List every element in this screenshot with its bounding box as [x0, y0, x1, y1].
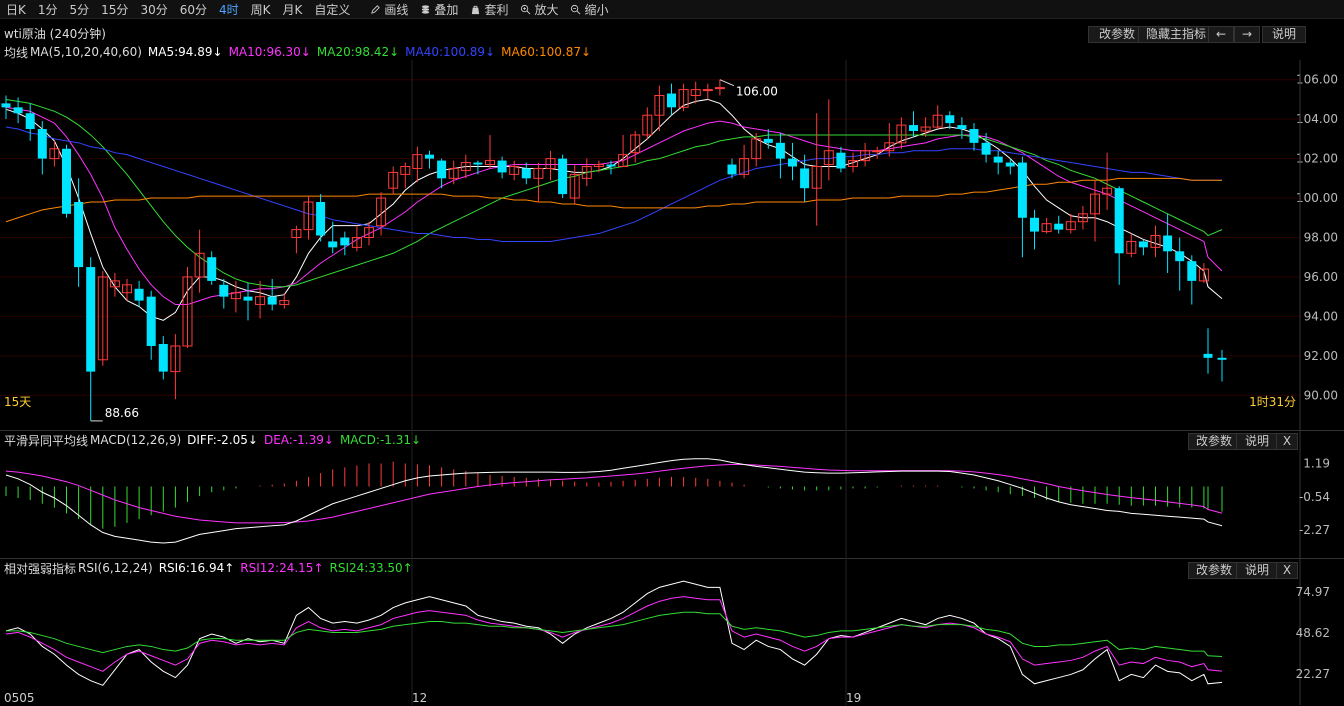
candle-body-down	[775, 142, 785, 159]
y-tick-label: 96.00	[1304, 270, 1338, 284]
candle-body-down	[957, 125, 967, 130]
rsi-y-tick: 74.97	[1296, 585, 1330, 599]
candle-body-down	[134, 288, 144, 301]
candle-body-down	[667, 93, 676, 108]
rsi-line-rsi12	[5, 596, 1223, 672]
candle-body-down	[993, 156, 1003, 163]
candle-body-down	[727, 164, 737, 175]
candle-body-down	[267, 296, 277, 305]
candle-body-down	[74, 202, 84, 268]
candle-body-down	[13, 107, 23, 114]
candle-body-down	[25, 113, 35, 130]
candle-body-down	[1138, 241, 1148, 248]
candle-body-down	[207, 257, 217, 281]
ma-line-ma60	[5, 177, 1222, 223]
candle-body-down	[1, 103, 11, 108]
candle-body-down	[800, 168, 810, 189]
candle-body-down	[328, 241, 338, 248]
x-label-12: 12	[412, 691, 427, 705]
rsi-line-rsi6	[5, 580, 1223, 686]
macd-y-tick: -0.54	[1299, 490, 1330, 504]
diff-line	[5, 458, 1223, 544]
ma-line-ma5	[5, 98, 1223, 321]
candle-body-down	[437, 160, 447, 179]
countdown-label: 1时31分	[1249, 395, 1296, 409]
candle-body-down	[316, 202, 326, 236]
candle-body-down	[521, 168, 531, 179]
candle-body-down	[473, 162, 483, 165]
y-tick-label: 92.00	[1304, 349, 1338, 363]
candle-body-down	[1030, 217, 1039, 232]
rsi-y-tick: 48.62	[1296, 626, 1330, 640]
candle-body-down	[1217, 357, 1227, 360]
candle-body-down	[909, 125, 918, 131]
candle-body-down	[1175, 251, 1185, 262]
rsi-line-rsi24	[6, 611, 1223, 658]
candle-body-down	[788, 158, 797, 167]
rsi-y-tick: 22.27	[1296, 667, 1330, 681]
candle-body-down	[1203, 353, 1213, 358]
chart-canvas[interactable]: 106.00 104.00 102.00 100.00 98.00 96.00 94.00 9…	[0, 0, 1344, 706]
candle-body-down	[158, 344, 168, 372]
candle-body-down	[86, 267, 96, 372]
ma-line-ma20	[5, 98, 1223, 288]
y-tick-label: 98.00	[1304, 231, 1338, 245]
candle-body-down	[219, 284, 229, 297]
y-tick-label: 106.00	[1296, 73, 1338, 87]
candle-body-up	[872, 150, 883, 153]
candle-body-down	[969, 129, 979, 143]
candle-body-down	[146, 296, 156, 346]
candle-body-up	[702, 89, 713, 92]
macd-y-tick: -2.27	[1299, 523, 1330, 537]
y-tick-label: 102.00	[1296, 152, 1338, 166]
candle-body-down	[1054, 223, 1064, 230]
candle-body-down	[340, 237, 350, 246]
candle-body-down	[37, 129, 47, 159]
low-label: 88.66	[105, 406, 139, 420]
candle-body-down	[981, 142, 991, 155]
candle-body-down	[62, 148, 71, 214]
x-label-19: 19	[846, 691, 861, 705]
macd-y-tick: 1.19	[1303, 457, 1330, 471]
y-tick-label: 94.00	[1304, 309, 1338, 323]
time-range-label: 15天	[4, 395, 31, 409]
x-label-0505: 0505	[4, 691, 35, 705]
candle-body-down	[497, 160, 507, 173]
candle-body-down	[243, 296, 253, 301]
candle-body-up	[714, 87, 725, 90]
y-tick-label: 104.00	[1296, 112, 1338, 126]
candle-body-down	[1163, 235, 1173, 252]
high-marker-line	[719, 79, 735, 87]
candle-body-down	[763, 138, 773, 143]
candle-body-down	[836, 152, 846, 169]
y-tick-label: 90.00	[1304, 388, 1338, 402]
candle-body-down	[606, 164, 616, 167]
y-tick-label: 100.00	[1296, 191, 1338, 205]
candle-body-down	[1017, 162, 1027, 218]
candle-body-down	[1114, 188, 1124, 254]
candle-body-down	[1187, 261, 1197, 281]
candle-body-down	[945, 115, 955, 124]
high-label: 106.00	[736, 85, 778, 99]
candle-body-down	[558, 158, 568, 195]
candle-body-down	[1005, 162, 1015, 167]
dea-line	[5, 463, 1223, 524]
candle-body-down	[425, 154, 434, 159]
